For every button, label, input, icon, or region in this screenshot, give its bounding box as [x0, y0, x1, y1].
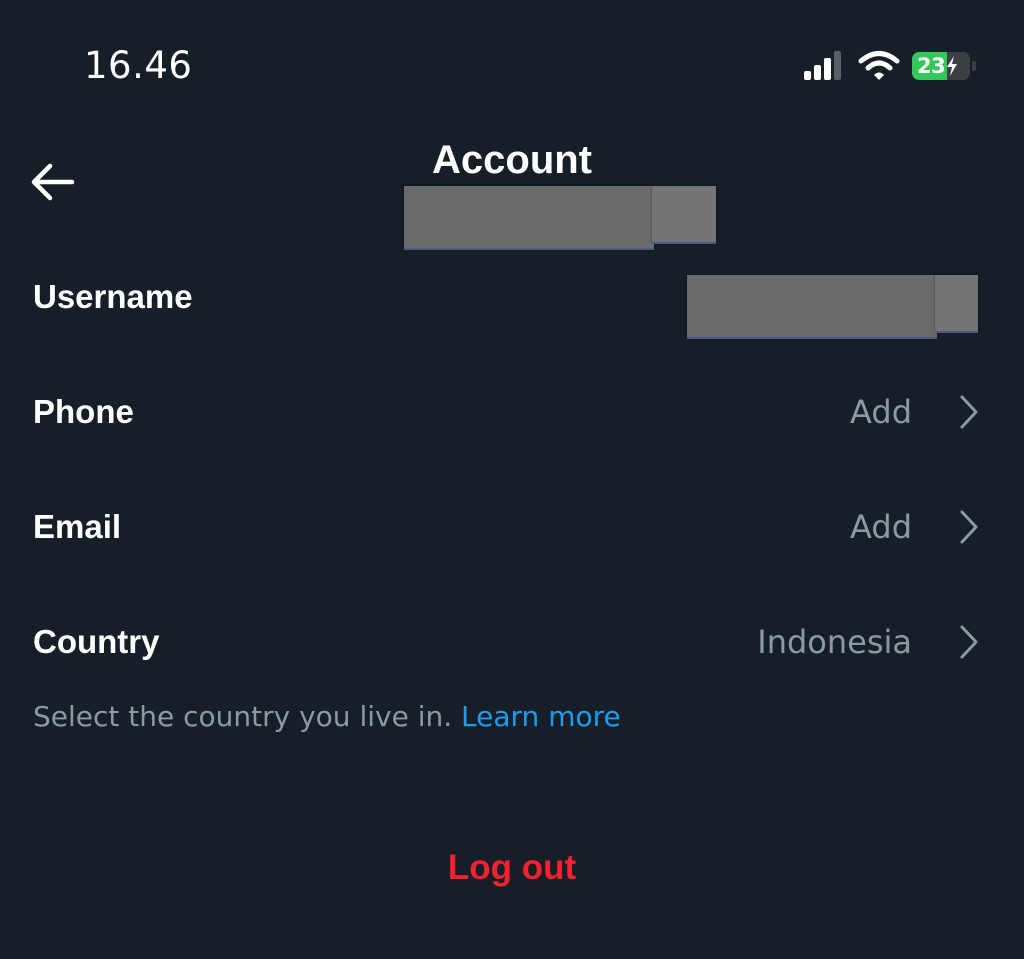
country-label: Country [33, 623, 160, 660]
chevron-right-icon [960, 395, 978, 429]
signal-icon [804, 51, 841, 80]
phone-value: Add [850, 393, 912, 431]
redacted-username-end [935, 275, 978, 331]
battery-icon: 23 [912, 52, 976, 80]
status-time: 16.46 [84, 44, 193, 87]
page-title: Account [432, 138, 592, 182]
status-icons: 23 [804, 50, 976, 82]
battery-level: 23 [917, 54, 946, 78]
phone-row[interactable]: Phone Add [0, 377, 1024, 447]
country-value: Indonesia [757, 623, 912, 661]
bolt-icon [947, 56, 958, 76]
email-value: Add [850, 508, 912, 546]
phone-label: Phone [33, 393, 134, 430]
learn-more-link[interactable]: Learn more [461, 700, 621, 733]
redacted-username [687, 275, 937, 337]
email-label: Email [33, 508, 122, 545]
email-row[interactable]: Email Add [0, 492, 1024, 562]
username-label: Username [33, 278, 193, 315]
chevron-right-icon [960, 510, 978, 544]
wifi-icon [858, 51, 900, 80]
country-helper-label: Select the country you live in. [33, 700, 462, 733]
chevron-right-icon [960, 625, 978, 659]
logout-button[interactable]: Log out [0, 848, 1024, 888]
redacted-handle-end [652, 186, 716, 242]
country-helper-text: Select the country you live in. Learn mo… [33, 700, 621, 733]
account-screen: 16.46 23 Account Username Phone Add Emai… [0, 0, 1024, 959]
redacted-handle [404, 186, 654, 248]
country-row[interactable]: Country Indonesia [0, 607, 1024, 677]
